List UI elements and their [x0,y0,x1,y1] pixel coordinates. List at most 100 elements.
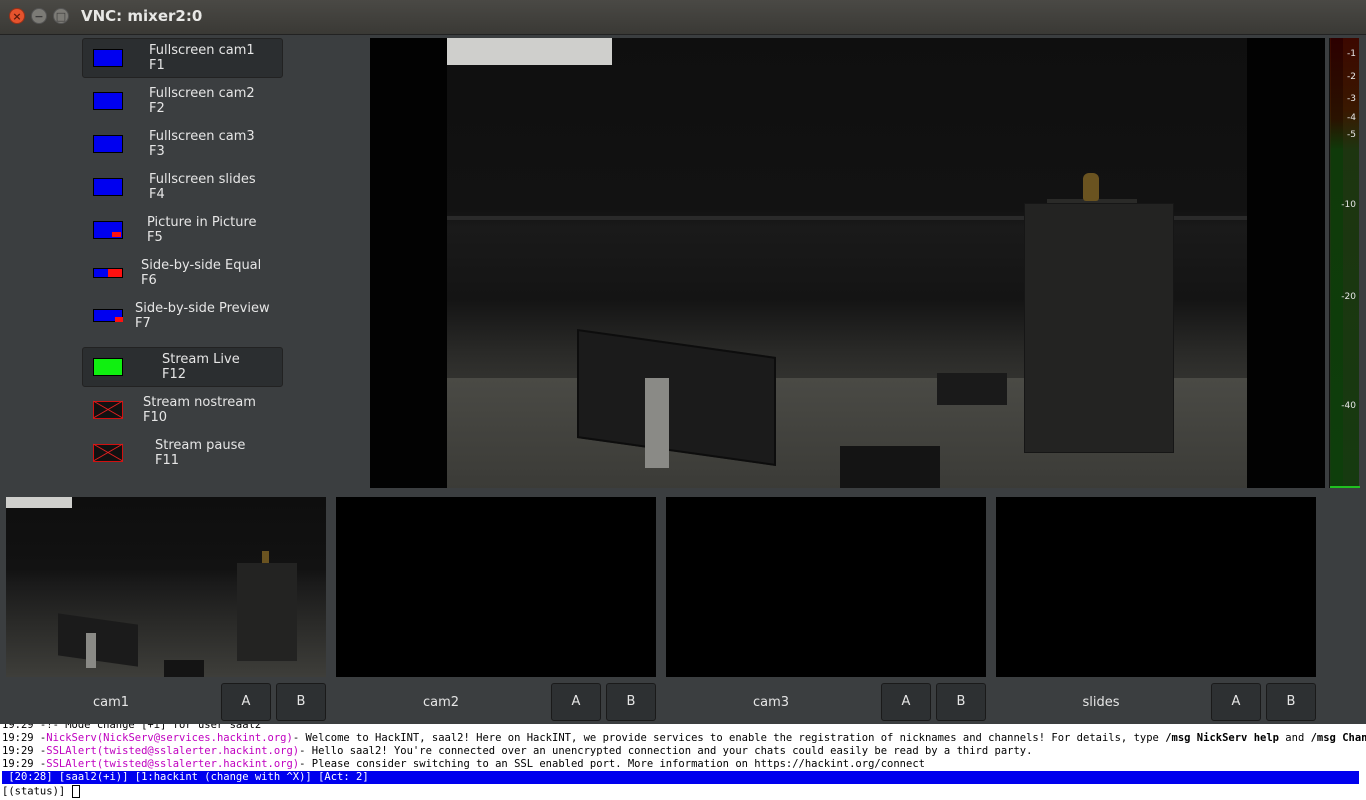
composition-shortcut: F4 [149,187,165,202]
audio-level-meter: -1 -2 -3 -4 -5 -10 -20 -40 [1329,38,1360,488]
close-window-button[interactable]: × [9,8,25,24]
stream-label: Stream pause [155,438,246,453]
composition-shortcut: F7 [135,316,151,331]
audio-level-baseline [1330,486,1360,488]
composition-fullscreen-cam2-button[interactable]: Fullscreen cam2 F2 [82,81,283,121]
composition-shortcut: F5 [147,230,163,245]
cam1-a-button[interactable]: A [221,683,271,721]
slides-a-button[interactable]: A [1211,683,1261,721]
irc-time: 19:29 - [2,745,47,757]
irc-time: 19:29 - [2,732,47,744]
source-thumbnail [666,497,986,677]
stream-shortcut: F11 [155,453,180,468]
side-by-side-preview-icon [93,309,123,322]
irc-host: (twisted@sslalerter.hackint.org) [96,745,300,757]
vu-tick: -20 [1341,292,1356,302]
irc-text: and [1278,732,1311,744]
stage-video-frame [447,38,1247,488]
stream-pause-button[interactable]: Stream pause F11 [82,433,283,473]
fullscreen-icon [93,135,123,153]
cam3-a-button[interactable]: A [881,683,931,721]
irc-nick: SSLAlert [46,745,97,757]
composition-label: Side-by-side Equal [141,258,262,273]
cam2-b-button[interactable]: B [606,683,656,721]
cam2-a-button[interactable]: A [551,683,601,721]
source-thumbnail [996,497,1316,677]
composition-fullscreen-slides-button[interactable]: Fullscreen slides F4 [82,167,283,207]
composition-shortcut: F3 [149,144,165,159]
composition-label: Fullscreen slides [149,172,256,187]
composition-label: Side-by-side Preview [135,301,270,316]
composition-fullscreen-cam3-button[interactable]: Fullscreen cam3 F3 [82,124,283,164]
irc-message: 19:29 -NickServ(NickServ@services.hackin… [2,732,1366,745]
composition-fullscreen-cam1-button[interactable]: Fullscreen cam1 F1 [82,38,283,78]
irc-time: 19:29 - [2,758,47,770]
monitor-stand [86,633,96,668]
source-name: cam1 [92,695,130,710]
vu-tick: -5 [1347,130,1356,140]
irc-command: /msg ChanServ help [1310,732,1366,744]
composition-toolbar: Fullscreen cam1 F1 Fullscreen cam2 F2 Full… [82,38,283,476]
projection-screen [6,497,72,508]
vu-tick: -10 [1341,200,1356,210]
irc-text: - Hello saal2! You're connected over an … [299,745,1033,757]
irc-input-line[interactable]: [(status)] [2,785,80,799]
irc-text: - Welcome to HackINT, saal2! Here on Hac… [292,732,1166,744]
irc-status-bar: [20:28] [saal2(+i)] [1:hackint (change w… [2,771,1359,784]
side-by-side-equal-icon [93,268,123,278]
audio-level-bar [1331,38,1343,488]
stream-blank-icon [93,401,123,419]
vu-tick: -3 [1347,94,1356,104]
vu-tick: -1 [1347,49,1356,59]
composition-side-by-side-preview-button[interactable]: Side-by-side Preview F7 [82,296,283,336]
stream-blank-icon [93,444,123,462]
stream-live-button[interactable]: Stream Live F12 [82,347,283,387]
window-titlebar: × − □ VNC: mixer2:0 [0,0,1366,35]
composition-shortcut: F6 [141,273,157,288]
projection-screen [447,38,612,65]
irc-nick: SSLAlert [46,758,97,770]
vu-tick: -4 [1347,113,1356,123]
text-cursor [71,785,80,798]
irc-nick: NickServ [46,732,97,744]
irc-message: 19:29 -!- Mode change [+i] for user saal… [2,724,262,731]
stream-shortcut: F10 [143,410,168,425]
cam3-b-button[interactable]: B [936,683,986,721]
fullscreen-icon [93,178,123,196]
stage-speaker [937,373,1007,405]
fullscreen-icon [93,92,123,110]
slides-b-button[interactable]: B [1266,683,1316,721]
irc-message: 19:29 -SSLAlert(twisted@sslalerter.hacki… [2,745,1032,758]
irc-host: (NickServ@services.hackint.org) [96,732,293,744]
source-thumbnail [336,497,656,677]
composition-side-by-side-equal-button[interactable]: Side-by-side Equal F6 [82,253,283,293]
picture-in-picture-icon [93,221,123,239]
composition-label: Fullscreen cam1 [149,43,255,58]
irc-text: - Please consider switching to an SSL en… [299,758,925,770]
stream-nostream-button[interactable]: Stream nostream F10 [82,390,283,430]
minimize-window-button[interactable]: − [31,8,47,24]
composition-label: Fullscreen cam2 [149,86,255,101]
composition-label: Fullscreen cam3 [149,129,255,144]
cam1-b-button[interactable]: B [276,683,326,721]
irc-terminal[interactable]: 19:29 -!- Mode change [+i] for user saal… [0,724,1366,800]
irc-prompt: [(status)] [2,785,72,798]
stage-monitor [58,613,138,667]
lucky-cat-figure [262,551,269,563]
stream-live-icon [93,358,123,376]
vu-tick: -40 [1341,401,1356,411]
floor-box [840,446,940,488]
window-title: VNC: mixer2:0 [81,7,203,25]
composition-picture-in-picture-button[interactable]: Picture in Picture F5 [82,210,283,250]
maximize-window-button[interactable]: □ [53,8,69,24]
monitor-stand [645,378,669,468]
composition-shortcut: F2 [149,101,165,116]
irc-command: /msg NickServ help [1165,732,1279,744]
fullscreen-icon [93,49,123,67]
irc-message: 19:29 -SSLAlert(twisted@sslalerter.hacki… [2,758,925,771]
floor-box [164,660,204,677]
composition-shortcut: F1 [149,58,165,73]
source-name: cam2 [422,695,460,710]
stream-label: Stream Live [162,352,240,367]
